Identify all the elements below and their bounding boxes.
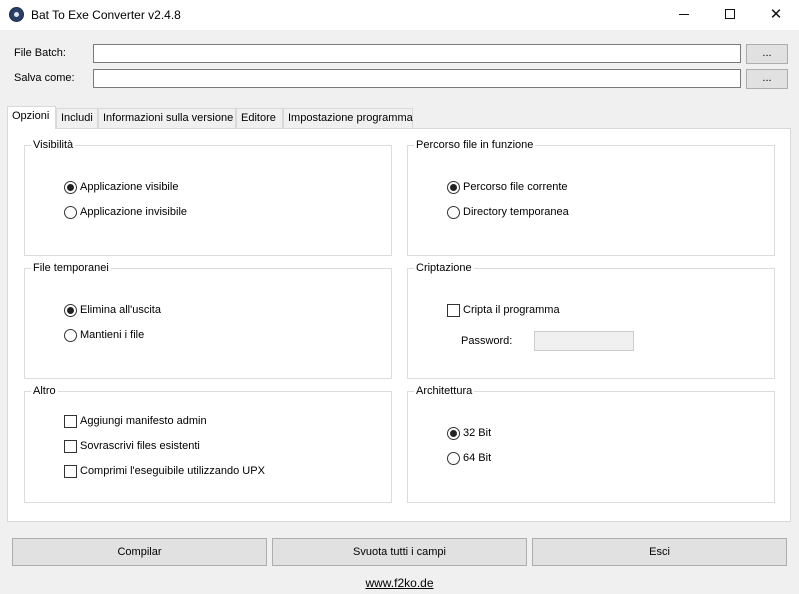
current-path-label: Percorso file corrente [463,181,568,193]
app-icon [9,7,24,22]
other-title: Altro [31,384,58,398]
visibility-group: Visibilità Applicazione visibile Applica… [24,138,392,256]
working-path-title: Percorso file in funzione [414,138,536,152]
visibility-title: Visibilità [31,138,76,152]
clear-fields-button[interactable]: Svuota tutti i campi [272,538,527,566]
checkbox-indicator [64,440,77,453]
checkbox-indicator [447,304,460,317]
radio-indicator [447,181,460,194]
maximize-button[interactable] [707,0,753,30]
keep-files-label: Mantieni i file [80,329,145,341]
radio-indicator [64,206,77,219]
arch-32bit-label: 32 Bit [463,427,492,439]
batch-file-label: File Batch: [14,47,66,59]
visible-app-label: Applicazione visibile [80,181,179,193]
upx-compress-label: Comprimi l'eseguibile utilizzando UPX [80,465,265,477]
radio-indicator [64,329,77,342]
temp-files-title: File temporanei [31,261,111,275]
minimize-button[interactable] [661,0,707,30]
tab-version-info[interactable]: Informazioni sulla versione [98,108,236,128]
checkbox-indicator [64,465,77,478]
batch-file-input[interactable] [93,44,741,63]
password-input[interactable] [534,331,634,351]
checkbox-indicator [64,415,77,428]
options-panel: Visibilità Applicazione visibile Applica… [7,128,791,522]
website-link[interactable]: www.f2ko.de [0,576,799,590]
invisible-app-label: Applicazione invisibile [80,206,188,218]
encryption-group: Criptazione Cripta il programma Password… [407,261,775,379]
exit-button[interactable]: Esci [532,538,787,566]
title-bar: Bat To Exe Converter v2.4.8 ✕ [0,0,799,30]
close-button[interactable]: ✕ [753,0,799,30]
radio-indicator [64,304,77,317]
radio-indicator [447,206,460,219]
close-icon: ✕ [769,5,783,23]
other-group: Altro Aggiungi manifesto admin Sovrascri… [24,384,392,503]
overwrite-files-label: Sovrascrivi files esistenti [80,440,200,452]
window-title: Bat To Exe Converter v2.4.8 [31,8,181,22]
encryption-title: Criptazione [414,261,474,275]
save-browse-button[interactable]: ... [746,69,788,89]
password-label: Password: [461,335,513,347]
save-as-input[interactable] [93,69,741,88]
delete-on-exit-label: Elimina all'uscita [80,304,161,316]
batch-browse-button[interactable]: ... [746,44,788,64]
save-as-label: Salva come: [14,72,75,84]
encrypt-program-label: Cripta il programma [463,304,560,316]
temp-directory-label: Directory temporanea [463,206,569,218]
tab-opzioni[interactable]: Opzioni [7,106,56,129]
compile-button[interactable]: Compilar [12,538,267,566]
working-path-group: Percorso file in funzione Percorso file … [407,138,775,256]
radio-indicator [64,181,77,194]
radio-indicator [447,452,460,465]
tab-program-settings[interactable]: Impostazione programma [283,108,413,128]
temp-files-group: File temporanei Elimina all'uscita Manti… [24,261,392,379]
admin-manifest-label: Aggiungi manifesto admin [80,415,207,427]
arch-64bit-label: 64 Bit [463,452,492,464]
radio-indicator [447,427,460,440]
minimize-icon [679,13,689,15]
tab-includi[interactable]: Includi [56,108,98,128]
tab-editore[interactable]: Editore [236,108,283,128]
architecture-group: Architettura 32 Bit 64 Bit [407,384,775,503]
maximize-icon [725,9,735,19]
architecture-title: Architettura [414,384,475,398]
